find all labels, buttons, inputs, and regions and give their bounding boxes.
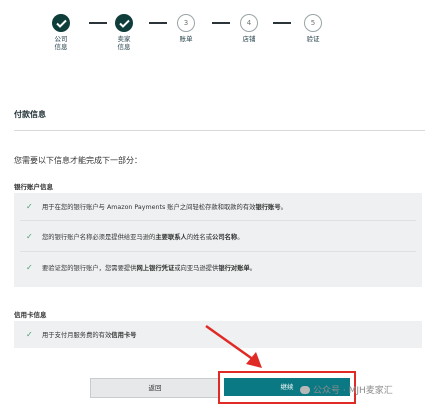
back-button[interactable]: 返回 [90, 378, 220, 398]
watermark: 公众号 · MJH麦家汇 [300, 383, 393, 396]
annotation-arrow-icon [205, 324, 262, 368]
wechat-icon [300, 386, 310, 394]
